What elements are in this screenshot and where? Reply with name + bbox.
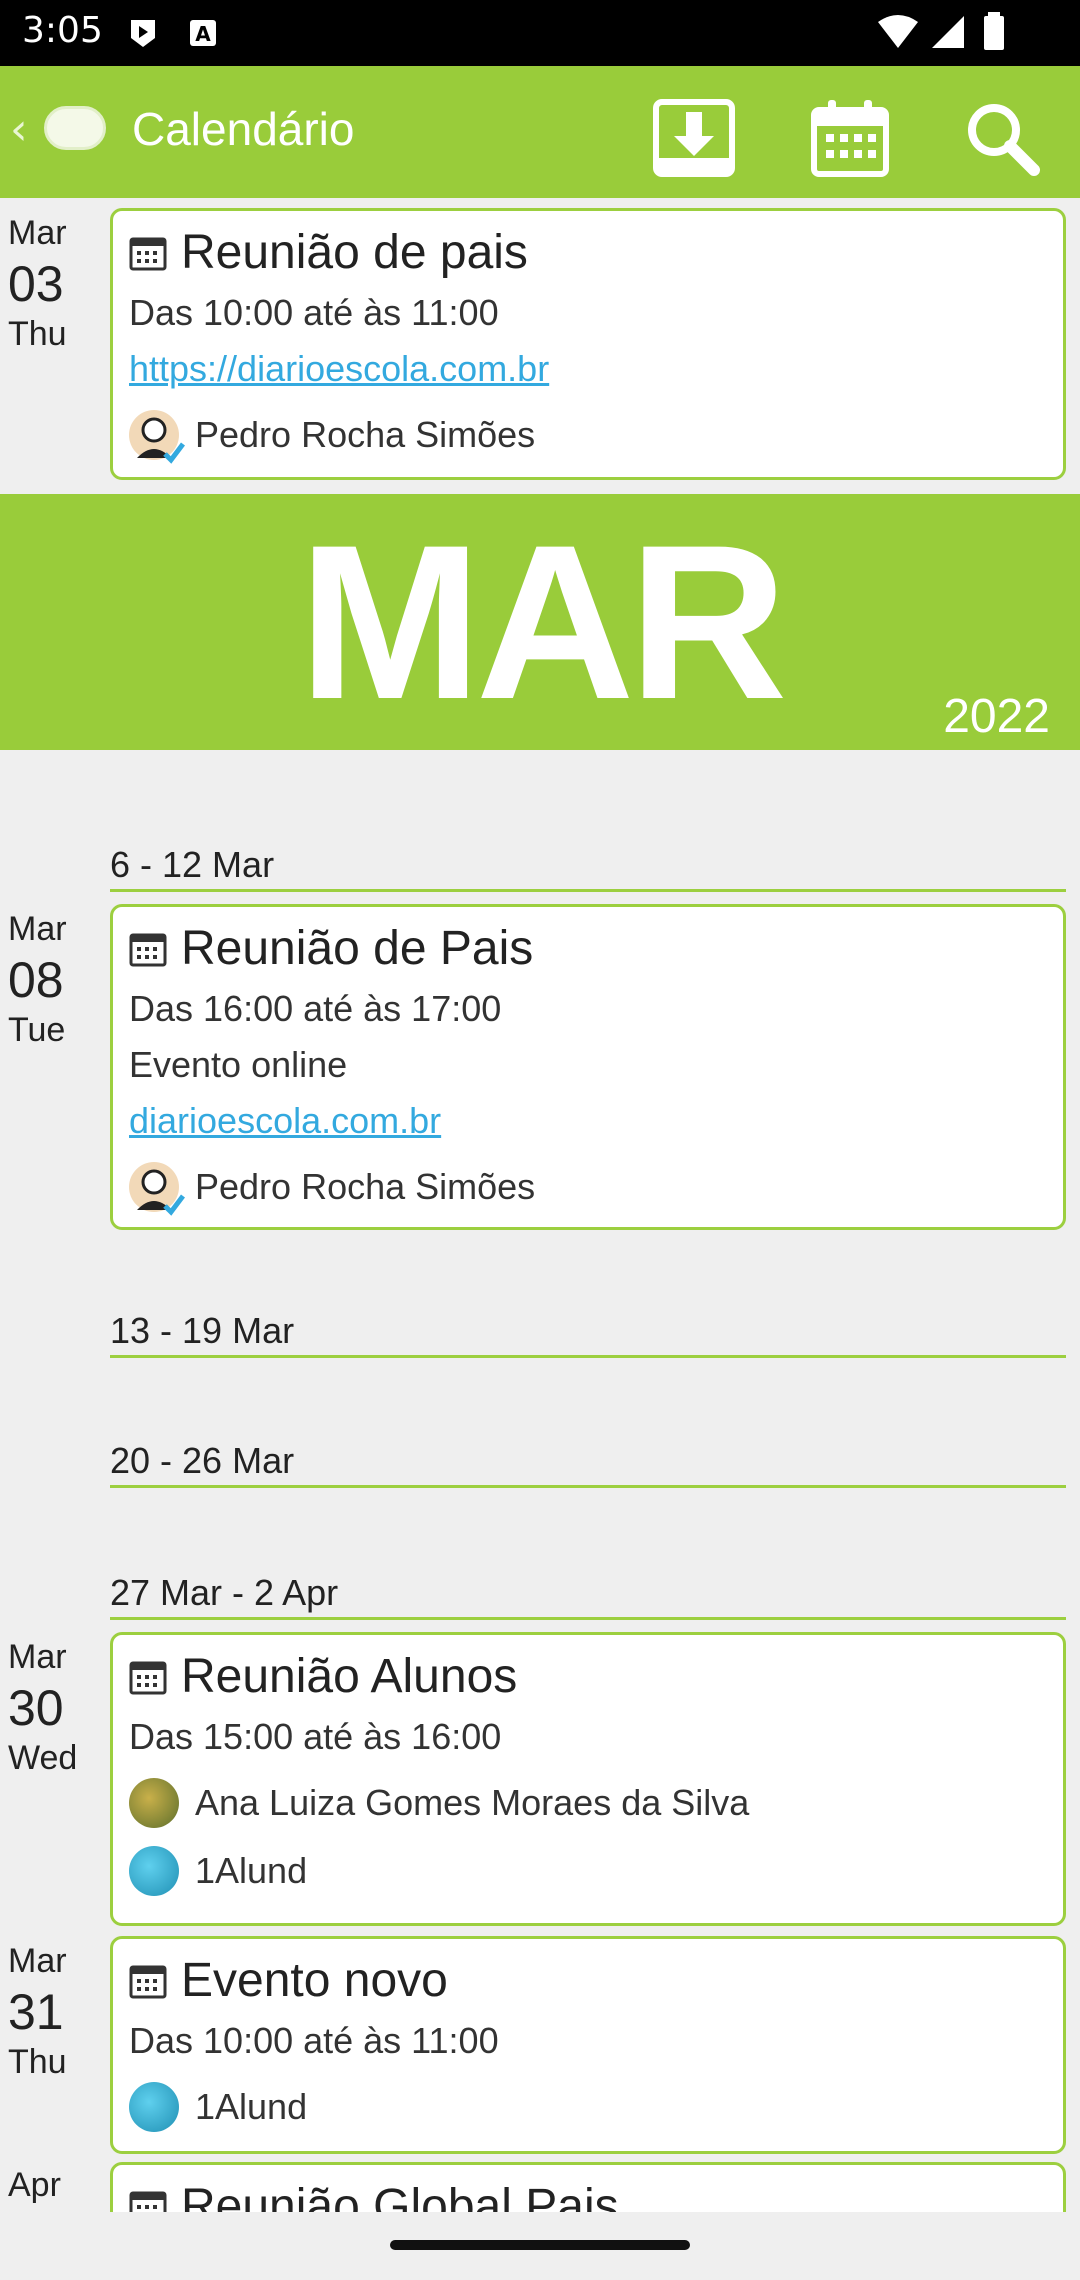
day-label: Mar 03 Thu: [8, 214, 67, 353]
day-label: Mar 30 Wed: [8, 1638, 78, 1777]
play-store-icon: [131, 20, 155, 47]
event-time: Das 15:00 até às 16:00: [129, 1716, 502, 1757]
week-header: 20 - 26 Mar: [110, 1436, 1066, 1488]
avatar: [129, 2082, 179, 2132]
home-gesture-bar[interactable]: [390, 2240, 690, 2250]
event-card[interactable]: Reunião Alunos Das 15:00 até às 16:00 An…: [110, 1632, 1066, 1926]
svg-text:A: A: [195, 22, 211, 46]
event-participant: Ana Luiza Gomes Moraes da Silva: [129, 1765, 1047, 1841]
avatar: [129, 410, 185, 464]
download-icon[interactable]: [652, 96, 736, 180]
day-label: Mar 31 Thu: [8, 1942, 67, 2081]
app-logo: [44, 106, 106, 150]
calendar-icon: [129, 237, 167, 271]
event-time: Das 10:00 até às 11:00: [129, 292, 499, 333]
event-time: Das 10:00 até às 11:00: [129, 2020, 499, 2061]
banner-month: MAR: [298, 499, 787, 745]
event-time: Das 16:00 até às 17:00: [129, 988, 502, 1029]
event-participant: Pedro Rocha Simões: [129, 397, 1047, 473]
calendar-icon[interactable]: [808, 96, 892, 180]
calendar-icon: [129, 2191, 167, 2212]
event-participant: 1Alund: [129, 1841, 1047, 1901]
back-button[interactable]: ‹: [10, 104, 28, 155]
event-location: Evento online: [129, 1044, 348, 1085]
calendar-list[interactable]: Mar 03 Thu Reunião de pais Das 10:00 até…: [0, 198, 1080, 2212]
event-link[interactable]: diarioescola.com.br: [129, 1093, 1047, 1149]
calendar-icon: [129, 1661, 167, 1695]
event-participant: Pedro Rocha Simões: [129, 1149, 1047, 1225]
event-title: Reunião Alunos: [181, 1649, 518, 1703]
month-banner: MAR 2022: [0, 494, 1080, 750]
wifi-icon: [878, 15, 918, 48]
event-title: Reunião de Pais: [181, 921, 534, 975]
banner-year: 2022: [943, 690, 1050, 743]
calendar-icon: [129, 933, 167, 967]
week-header: 13 - 19 Mar: [110, 1306, 1066, 1358]
avatar: [129, 1778, 179, 1828]
event-link[interactable]: https://diarioescola.com.br: [129, 341, 1047, 397]
event-card[interactable]: Reunião Global Pais: [110, 2162, 1066, 2212]
page-title: Calendário: [132, 103, 355, 155]
week-header: 27 Mar - 2 Apr: [110, 1568, 1066, 1620]
battery-icon: [984, 12, 1004, 50]
avatar: [129, 1846, 179, 1896]
day-label: Apr: [8, 2166, 61, 2204]
week-header: 6 - 12 Mar: [110, 840, 1066, 892]
event-card[interactable]: Evento novo Das 10:00 até às 11:00 1Alun…: [110, 1936, 1066, 2154]
event-card[interactable]: Reunião de pais Das 10:00 até às 11:00 h…: [110, 208, 1066, 480]
signal-icon: [932, 16, 964, 48]
calendar-icon: [129, 1965, 167, 1999]
avatar: [129, 1162, 185, 1216]
navigation-bar: [0, 2212, 1080, 2280]
event-title: Reunião de pais: [181, 225, 528, 279]
event-card[interactable]: Reunião de Pais Das 16:00 até às 17:00 E…: [110, 904, 1066, 1230]
event-participant: 1Alund: [129, 2069, 1047, 2145]
search-icon[interactable]: [960, 96, 1044, 180]
event-title: Evento novo: [181, 1953, 448, 2007]
status-bar: 3:05 A: [0, 0, 1080, 66]
app-bar: ‹ Calendário: [0, 66, 1080, 198]
text-icon: A: [190, 20, 216, 46]
status-time: 3:05: [22, 10, 103, 51]
day-label: Mar 08 Tue: [8, 910, 67, 1049]
event-title: Reunião Global Pais: [181, 2179, 619, 2213]
